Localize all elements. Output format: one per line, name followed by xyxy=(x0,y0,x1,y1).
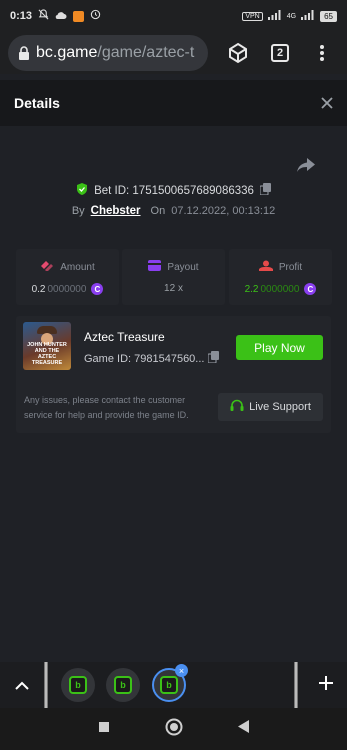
play-now-button[interactable]: Play Now xyxy=(236,335,323,360)
game-card: JOHN HUNTER AND THE AZTEC TREASURE Aztec… xyxy=(16,316,331,433)
payout-icon xyxy=(148,260,162,274)
coin-icon: C xyxy=(304,283,317,295)
alarm-icon xyxy=(90,9,101,23)
profit-box: Profit 2.2 0000000 C xyxy=(229,249,332,305)
copy-icon[interactable] xyxy=(207,351,220,366)
game-thumbnail[interactable]: JOHN HUNTER AND THE AZTEC TREASURE xyxy=(23,322,71,370)
status-bar: 0:13 VPN 4G 65 xyxy=(0,0,347,32)
game-name: Aztec Treasure xyxy=(84,330,165,344)
url-bar[interactable]: bc.game/game/aztec-t xyxy=(8,35,208,71)
shield-check-icon xyxy=(76,183,88,198)
payout-box: Payout 12 x xyxy=(122,249,225,305)
close-icon[interactable] xyxy=(321,93,333,114)
tab-thumb-2[interactable]: b xyxy=(106,668,140,702)
payout-label: Payout xyxy=(167,261,199,273)
home-icon[interactable] xyxy=(165,718,183,741)
bcgame-icon: b xyxy=(69,676,87,694)
by-label: By xyxy=(71,205,85,217)
new-tab-icon[interactable] xyxy=(319,670,333,696)
vpn-badge: VPN xyxy=(242,11,263,21)
profit-value-zeros: 0000000 xyxy=(260,283,300,295)
signal-icon xyxy=(267,9,282,23)
tab-thumb-active[interactable]: b × xyxy=(152,664,188,702)
game-id-row: Game ID: 7981547560... xyxy=(84,351,220,366)
strip-edge-right xyxy=(294,662,298,708)
bell-off-icon xyxy=(38,9,49,23)
details-title: Details xyxy=(14,95,60,111)
page: 0:13 VPN 4G 65 bc.game /game/aztec-t 2 D… xyxy=(0,0,347,750)
more-menu-icon[interactable] xyxy=(310,41,334,65)
live-support-label: Live Support xyxy=(249,401,311,413)
strip-edge-left xyxy=(44,662,48,708)
game-id: Game ID: 7981547560... xyxy=(84,352,205,365)
lock-icon xyxy=(18,46,30,60)
status-time: 0:13 xyxy=(10,10,33,22)
bcgame-icon: b xyxy=(114,676,132,694)
tab-switcher-button[interactable]: 2 xyxy=(268,41,292,65)
on-label: On xyxy=(150,205,166,217)
headset-icon xyxy=(230,399,244,415)
copy-icon[interactable] xyxy=(259,183,271,198)
amount-value-main: 0.2 xyxy=(31,283,46,295)
url-path: /game/aztec-t xyxy=(97,44,195,61)
tab-thumb-1[interactable]: b xyxy=(61,668,95,702)
bcgame-icon: b xyxy=(160,676,178,694)
back-icon[interactable] xyxy=(237,720,250,738)
recents-icon[interactable] xyxy=(98,720,110,738)
profit-label: Profit xyxy=(278,261,303,273)
system-nav-bar xyxy=(0,708,347,750)
details-header: Details xyxy=(0,80,347,126)
payout-value: 12 x xyxy=(164,283,183,294)
app-notification-icon xyxy=(73,10,85,22)
bet-meta-row: By Chebster On 07.12.2022, 00:13:12 xyxy=(0,205,347,217)
url-host: bc.game xyxy=(36,44,98,61)
bet-id-row: Bet ID: 1751500657689086336 xyxy=(0,183,347,198)
amount-label: Amount xyxy=(60,261,95,273)
amount-value-zeros: 0000000 xyxy=(47,283,87,295)
signal-icon-2 xyxy=(301,9,315,23)
profit-icon xyxy=(258,260,273,274)
close-tab-icon[interactable]: × xyxy=(175,664,188,677)
extension-icon[interactable] xyxy=(226,41,250,65)
cloud-icon xyxy=(55,10,67,23)
network-type: 4G xyxy=(286,12,297,20)
tab-count: 2 xyxy=(271,44,289,62)
tab-strip: b b b × xyxy=(0,662,347,708)
live-support-button[interactable]: Live Support xyxy=(218,393,323,421)
amount-icon xyxy=(40,260,54,274)
chevron-up-icon[interactable] xyxy=(0,681,44,690)
thumbnail-title: JOHN HUNTER AND THE AZTEC TREASURE xyxy=(27,342,67,366)
user-link[interactable]: Chebster xyxy=(91,205,141,217)
bet-date: 07.12.2022, 00:13:12 xyxy=(171,205,276,217)
battery-badge: 65 xyxy=(320,10,337,22)
coin-icon: C xyxy=(91,283,104,295)
issue-text: Any issues, please contact the customer … xyxy=(24,395,189,420)
profit-value-main: 2.2 xyxy=(244,283,259,295)
amount-box: Amount 0.2 0000000 C xyxy=(16,249,119,305)
browser-toolbar: bc.game/game/aztec-t 2 xyxy=(0,32,347,74)
bet-id: Bet ID: 1751500657689086336 xyxy=(94,184,254,197)
share-icon[interactable] xyxy=(297,158,315,177)
